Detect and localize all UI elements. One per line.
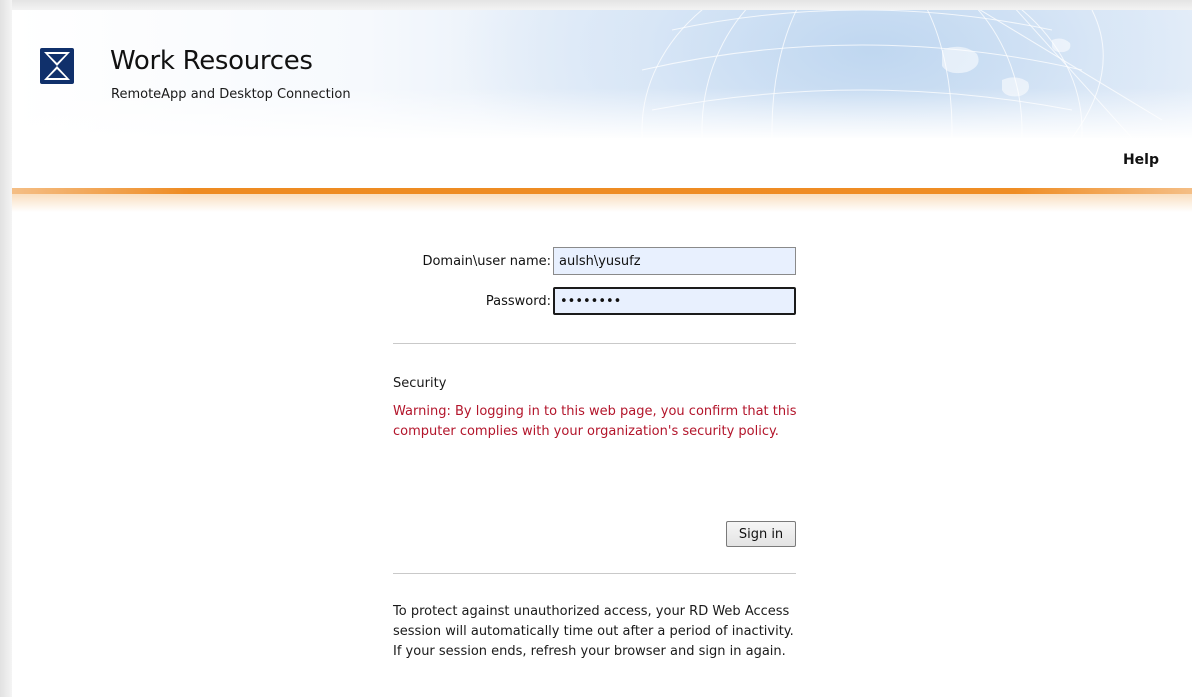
sign-in-button[interactable]: Sign in [726, 521, 796, 547]
password-row: Password: [312, 287, 796, 317]
rdweb-page: Work Resources RemoteApp and Desktop Con… [12, 10, 1192, 697]
security-warning: Warning: By logging in to this web page,… [393, 404, 797, 439]
session-timeout-notice: To protect against unauthorized access, … [393, 604, 794, 659]
window-frame-top [0, 0, 1192, 10]
help-link[interactable]: Help [1123, 152, 1159, 168]
header-banner: Work Resources RemoteApp and Desktop Con… [12, 10, 1192, 138]
rdweb-logo-icon [40, 48, 74, 84]
header-separator-glow [12, 194, 1192, 212]
page-subtitle: RemoteApp and Desktop Connection [111, 87, 351, 102]
notice-divider [393, 573, 796, 574]
username-input[interactable] [553, 247, 796, 275]
form-divider [393, 343, 796, 344]
page-title: Work Resources [110, 46, 313, 76]
password-label: Password: [485, 294, 551, 309]
username-row: Domain\user name: [312, 247, 796, 277]
username-label: Domain\user name: [422, 254, 551, 269]
password-input[interactable] [553, 287, 796, 315]
security-heading: Security [393, 376, 447, 391]
window-frame-left [0, 0, 12, 697]
